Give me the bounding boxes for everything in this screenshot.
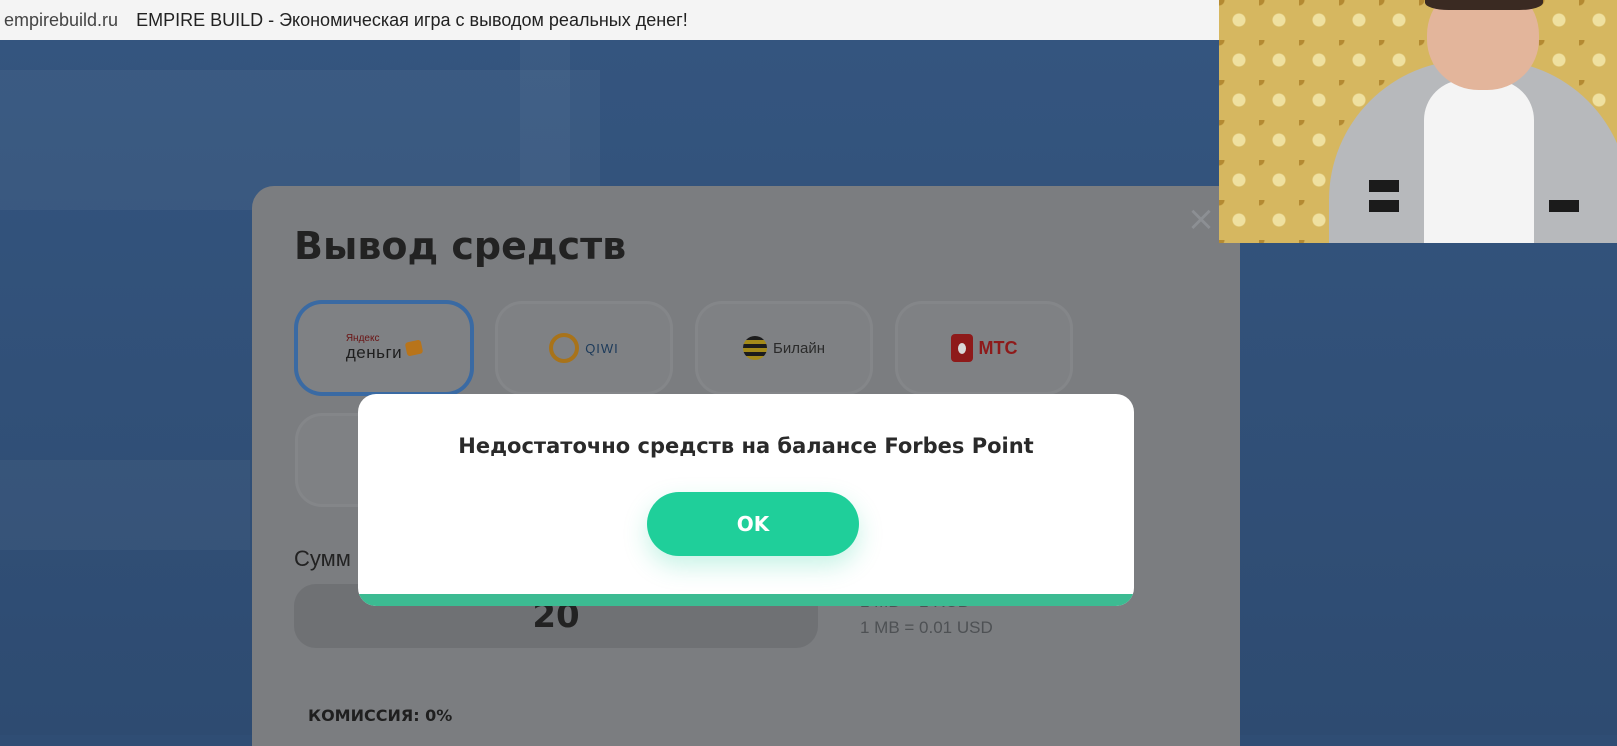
- person-hair: [1425, 0, 1543, 10]
- yandex-money-logo: Яндекс деньги: [345, 334, 424, 362]
- method-mts[interactable]: МТС: [898, 304, 1070, 392]
- alert-dialog: Недостаточно средств на балансе Forbes P…: [358, 394, 1134, 606]
- method-beeline[interactable]: Билайн: [698, 304, 870, 392]
- beeline-label: Билайн: [773, 339, 825, 357]
- method-qiwi[interactable]: QIWI: [498, 304, 670, 392]
- sum-label: Сумм: [294, 546, 351, 571]
- webcam-overlay: [1219, 0, 1617, 243]
- page-title: EMPIRE BUILD - Экономическая игра с выво…: [136, 9, 688, 30]
- person-shirt: [1424, 80, 1534, 243]
- alert-message: Недостаточно средств на балансе Forbes P…: [458, 434, 1034, 458]
- mts-icon: [950, 334, 973, 362]
- yandex-money-label: деньги: [345, 343, 403, 362]
- wallet-icon: [404, 339, 424, 357]
- method-yandex-money[interactable]: Яндекс деньги: [298, 304, 470, 392]
- withdraw-title: Вывод средств: [294, 224, 627, 268]
- commission-label: КОМИССИЯ: 0%: [308, 706, 453, 725]
- method-more[interactable]: [298, 416, 358, 504]
- qiwi-label: QIWI: [585, 340, 619, 356]
- bg-panel: [0, 460, 250, 550]
- jacket-stripe: [1549, 200, 1579, 212]
- person-head: [1427, 0, 1539, 90]
- alert-accent-bar: [358, 594, 1134, 606]
- rate-usd: 1 MB = 0.01 USD: [860, 618, 993, 637]
- qiwi-icon: [549, 333, 580, 363]
- ok-button[interactable]: OK: [647, 492, 859, 556]
- mts-label: МТС: [978, 337, 1018, 358]
- jacket-stripe: [1369, 180, 1399, 192]
- close-icon[interactable]: ×: [1186, 202, 1216, 236]
- beeline-icon: [743, 336, 767, 360]
- site-domain: empirebuild.ru: [4, 9, 119, 30]
- jacket-stripe: [1369, 200, 1399, 212]
